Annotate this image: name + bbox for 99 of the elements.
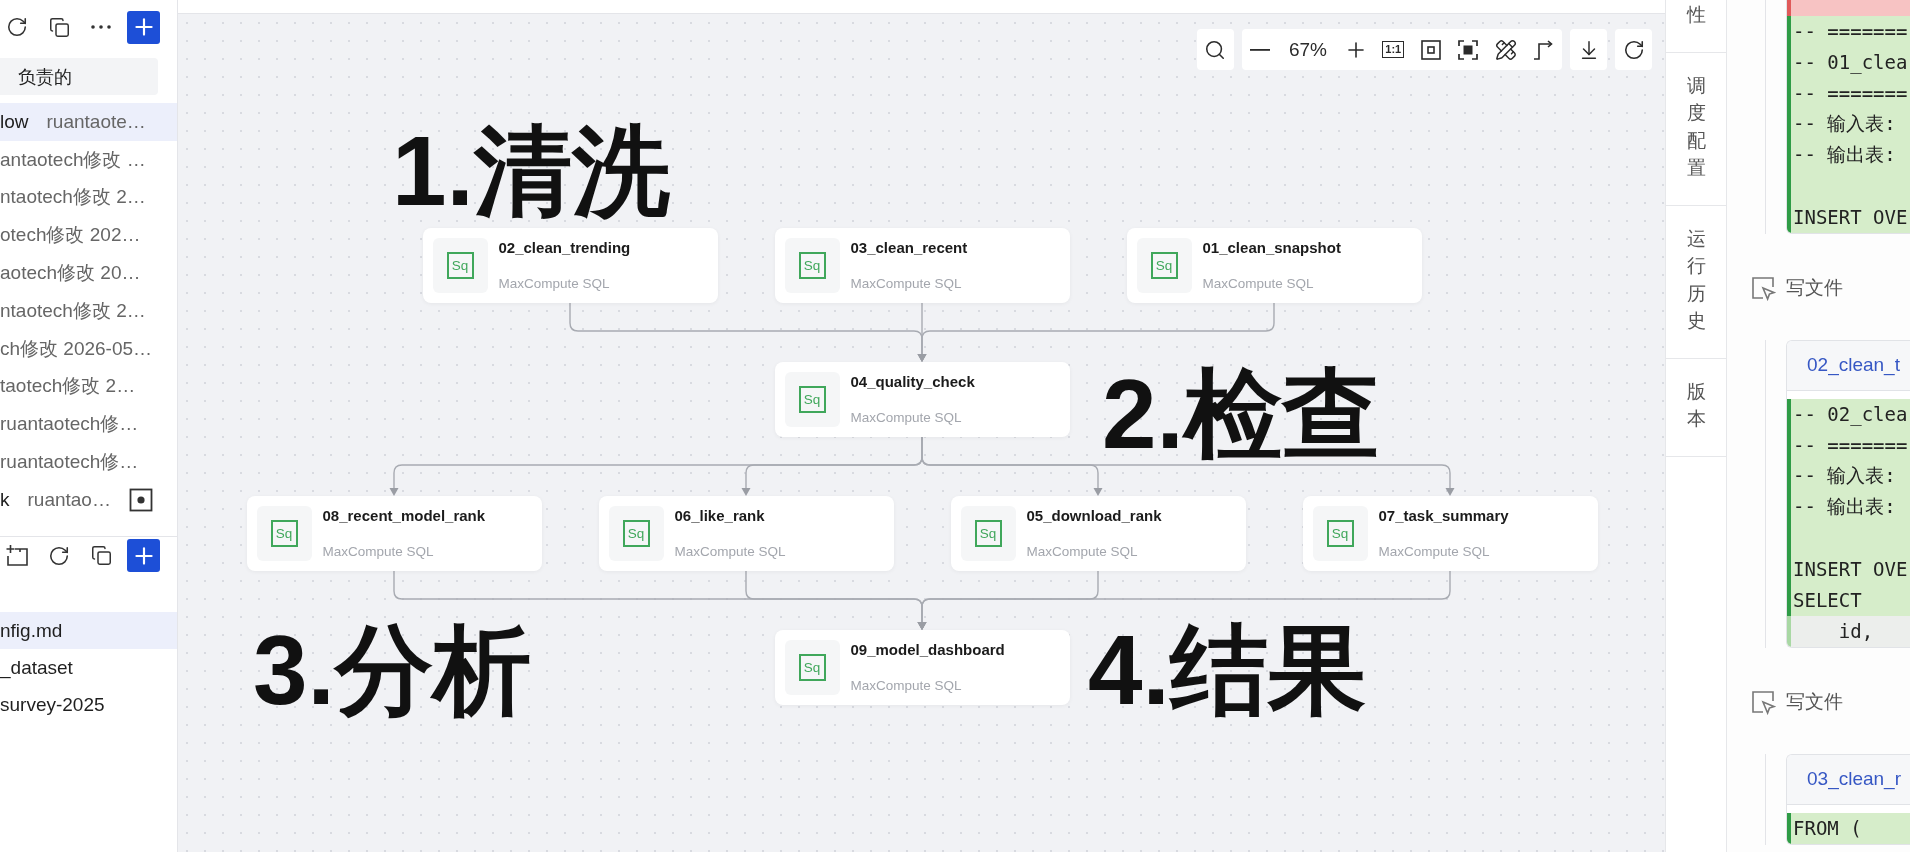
node-type: MaxCompute SQL [850,275,963,293]
sql-icon: Sq [784,372,840,427]
refresh-icon [1622,38,1645,61]
workflow-meta: taotech修改 2… [0,374,136,399]
workflow-item[interactable]: aotech修改 20… [0,254,177,292]
flow-node[interactable]: Sq 09_model_dashboard MaxCompute SQL [774,630,1070,705]
node-title: 04_quality_check [850,372,975,392]
node-title: 08_recent_model_rank [322,506,486,526]
workflow-item[interactable]: ntaotech修改 2… [0,292,177,330]
more-icon [91,25,111,29]
node-title: 09_model_dashboard [850,640,1005,660]
side-tab[interactable]: 版本 [1666,358,1726,457]
ruler-pencil-icon [1494,38,1517,61]
actual-size-button[interactable]: 1:1 [1374,29,1412,70]
node-title: 02_clean_trending [498,238,631,258]
action-label: 写文件 [1786,689,1843,714]
code-file-header[interactable]: 02_clean_t [1787,340,1910,391]
node-type: MaxCompute SQL [674,543,786,561]
workflow-item[interactable]: antaotech修改 … [0,140,177,179]
workflow-meta: ruantaotech修… [0,450,139,475]
sql-icon: Sq [1136,238,1192,293]
workflow-name: k [0,488,10,511]
side-tab[interactable]: 运行历史 [1666,205,1726,359]
file-item[interactable]: nfig.md [0,612,177,649]
flow-node[interactable]: Sq 04_quality_check MaxCompute SQL [774,362,1070,437]
workflow-meta: ruantaote… [46,110,146,133]
add-button[interactable] [127,10,160,44]
filter-tab[interactable]: 负责的 [0,58,158,95]
cursor-box-icon [1750,688,1776,715]
frame-square-icon [1420,39,1441,60]
flow-node[interactable]: Sq 01_clean_snapshot MaxCompute SQL [1126,228,1422,303]
node-title: 06_like_rank [674,506,766,526]
stage-annotation: 4.结果 [1088,621,1366,719]
code-file-header[interactable]: 03_clean_r [1787,754,1910,805]
node-title: 07_task_summary [1378,506,1509,526]
add-button[interactable] [127,539,160,572]
fullscreen-icon [1458,39,1479,60]
refresh-icon [6,16,28,38]
flow-node[interactable]: Sq 07_task_summary MaxCompute SQL [1302,496,1598,571]
sql-icon: Sq [432,238,488,293]
sql-icon: Sq [608,506,664,561]
workflow-meta: antaotech修改 … [0,147,146,172]
workflow-name: low [0,110,29,133]
workflow-item[interactable]: otech修改 202… [0,216,177,255]
node-type: MaxCompute SQL [850,409,963,427]
download-button[interactable] [1570,29,1607,70]
workflow-item[interactable]: taotech修改 2… [0,367,177,406]
workflow-item[interactable]: ntaotech修改 2… [0,178,177,217]
action-label: 写文件 [1786,275,1843,300]
add-box-icon [5,543,29,568]
file-item[interactable]: survey-2025 [0,686,177,723]
refresh-icon [48,544,70,567]
minus-icon [1250,48,1271,51]
stage-annotation: 3.分析 [253,621,531,719]
workflow-meta: ntaotech修改 2… [0,298,146,323]
node-type: MaxCompute SQL [322,543,435,561]
copy-icon [90,545,112,566]
search-button[interactable] [1196,29,1234,70]
dot-square-icon[interactable] [129,487,153,512]
stage-annotation: 1.清洗 [392,122,670,220]
sql-icon: Sq [256,506,312,561]
sql-icon: Sq [784,640,840,695]
node-type: MaxCompute SQL [498,275,611,293]
node-type: MaxCompute SQL [1202,275,1315,293]
flow-node[interactable]: Sq 06_like_rank MaxCompute SQL [598,496,894,571]
cursor-box-icon [1750,274,1776,301]
zoom-level: 67% [1288,37,1328,62]
workflow-meta: otech修改 202… [0,223,141,248]
node-title: 05_download_rank [1026,506,1162,526]
elbow-arrow-icon [1533,39,1554,60]
workflow-item[interactable]: ruantaotech修… [0,405,177,444]
sql-icon: Sq [960,506,1016,561]
flow-node[interactable]: Sq 03_clean_recent MaxCompute SQL [774,228,1070,303]
refresh-button[interactable] [1615,29,1652,70]
node-title: 03_clean_recent [850,238,968,258]
side-tab[interactable]: 调度配置 [1666,52,1726,206]
workflow-meta: ruantao… [27,488,111,511]
workflow-meta: ruantaotech修… [0,412,139,437]
sql-icon: Sq [784,238,840,293]
search-icon [1204,38,1226,61]
stage-annotation: 2.检查 [1102,365,1380,463]
workflow-meta: ntaotech修改 2… [0,185,146,210]
flow-node[interactable]: Sq 08_recent_model_rank MaxCompute SQL [246,496,542,571]
sql-icon: Sq [1312,506,1368,561]
workflow-item[interactable]: ch修改 2026-05… [0,329,177,368]
file-item[interactable]: _dataset [0,649,177,686]
node-type: MaxCompute SQL [1378,543,1491,561]
side-tab[interactable]: 性 [1666,0,1726,53]
node-title: 01_clean_snapshot [1202,238,1341,258]
node-type: MaxCompute SQL [850,677,963,695]
workflow-item[interactable]: low ruantaote… [0,103,177,141]
node-type: MaxCompute SQL [1026,543,1139,561]
copy-icon [48,16,70,38]
workflow-meta: aotech修改 20… [0,261,141,286]
workflow-item[interactable]: k ruantao… [0,480,177,519]
flow-node[interactable]: Sq 02_clean_trending MaxCompute SQL [422,228,718,303]
workflow-meta: ch修改 2026-05… [0,336,153,361]
flow-node[interactable]: Sq 05_download_rank MaxCompute SQL [950,496,1246,571]
workflow-item[interactable]: ruantaotech修… [0,443,177,481]
